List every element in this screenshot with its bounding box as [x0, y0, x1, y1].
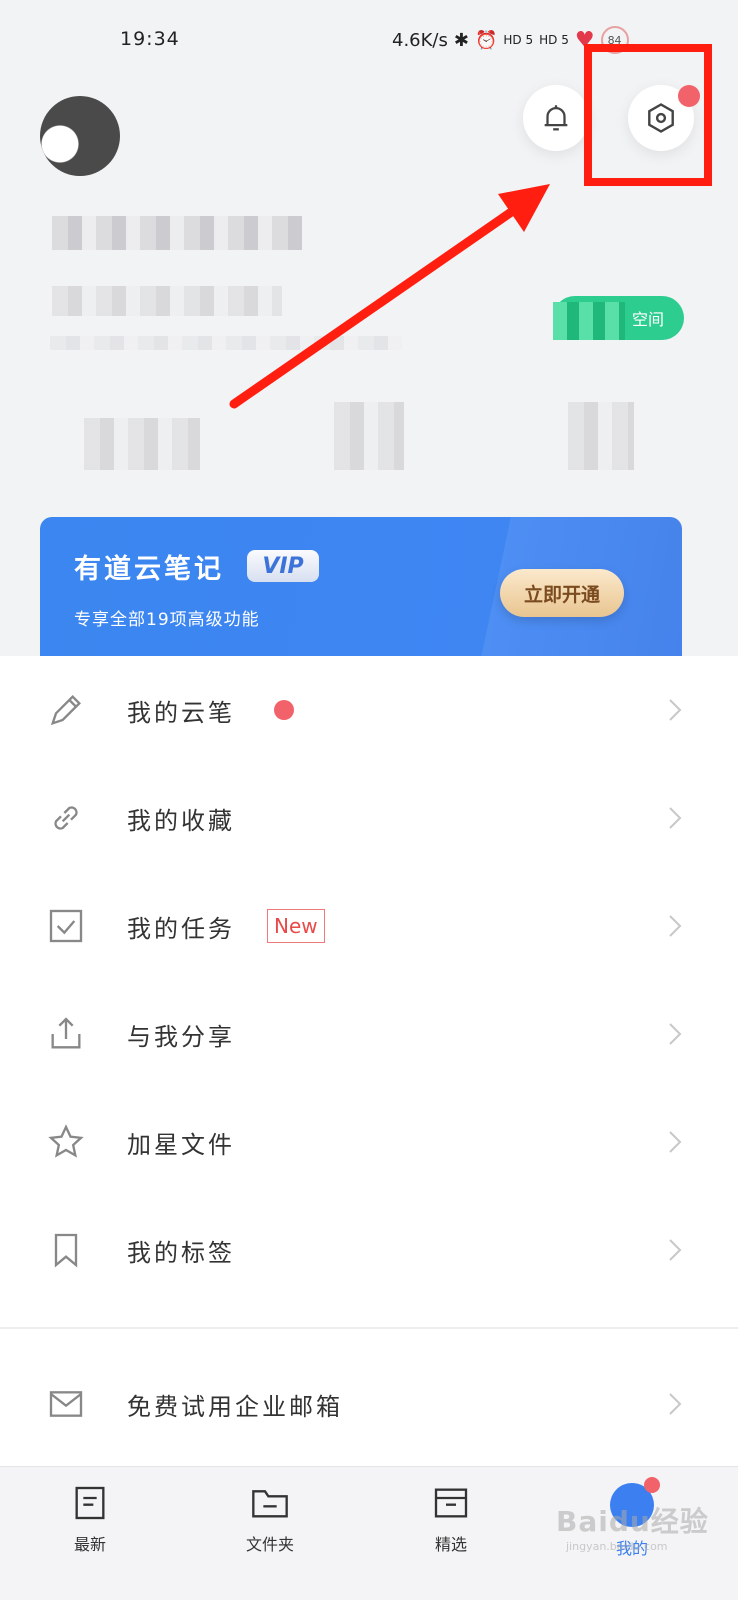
tab-label: 精选	[434, 1535, 467, 1554]
tab-latest[interactable]: 最新	[40, 1483, 140, 1555]
menu-item-my-notes[interactable]: 我的云笔	[0, 656, 738, 764]
avatar[interactable]	[40, 96, 120, 176]
menu-item-shared[interactable]: 与我分享	[0, 980, 738, 1088]
chevron-right-icon	[669, 1131, 682, 1153]
bell-icon	[544, 105, 568, 131]
bluetooth-icon: ✱	[453, 29, 469, 51]
menu-label: 我的收藏	[127, 806, 235, 835]
menu-label: 免费试用企业邮箱	[127, 1392, 343, 1421]
chevron-right-icon	[669, 1023, 682, 1045]
menu-item-favorites[interactable]: 我的收藏	[0, 764, 738, 872]
menu-item-tags[interactable]: 我的标签	[0, 1196, 738, 1304]
baidu-watermark-url: jingyan.baidu.com	[566, 1540, 668, 1553]
bookmark-icon	[44, 1228, 88, 1272]
box-icon	[434, 1488, 468, 1518]
folder-icon	[252, 1490, 288, 1518]
star-icon	[44, 1120, 88, 1164]
stat-3-blur	[568, 402, 634, 470]
unread-dot	[274, 700, 294, 720]
annotation-highlight	[584, 44, 712, 186]
net-speed: 4.6K/s	[392, 29, 448, 51]
user-info-line	[50, 336, 402, 350]
space-mask	[553, 302, 625, 340]
alarm-icon: ⏰	[474, 29, 498, 51]
notification-button[interactable]	[523, 85, 589, 151]
menu-label: 加星文件	[127, 1130, 235, 1159]
signal-1: HD 5	[503, 33, 534, 47]
menu-item-starred[interactable]: 加星文件	[0, 1088, 738, 1196]
chevron-right-icon	[669, 915, 682, 937]
section-divider	[0, 1327, 738, 1329]
vip-title: 有道云笔记	[74, 554, 224, 585]
menu-label: 我的云笔	[127, 698, 235, 727]
username-blur	[52, 216, 302, 250]
menu-item-tasks[interactable]: 我的任务 New	[0, 872, 738, 980]
new-badge: New	[267, 909, 325, 943]
tab-label: 文件夹	[245, 1535, 294, 1554]
chevron-right-icon	[669, 1393, 682, 1415]
vip-badge: VIP	[247, 550, 319, 582]
signal-2: HD 5	[539, 33, 569, 47]
stat-1-blur	[84, 418, 200, 470]
vip-activate-button[interactable]: 立即开通	[500, 569, 624, 617]
tab-label: 最新	[73, 1535, 106, 1554]
vip-subtitle: 专享全部19项高级功能	[74, 610, 260, 630]
checkbox-icon	[44, 904, 88, 948]
chevron-right-icon	[669, 699, 682, 721]
doc-icon	[75, 1486, 105, 1520]
status-time: 19:34	[120, 28, 180, 50]
user-info-blur	[52, 286, 282, 316]
me-badge-dot	[644, 1477, 660, 1493]
mail-icon	[44, 1382, 88, 1426]
menu-panel: 我的云笔 我的收藏 我的任务 New 与我分享 加星文件 我的标签 免费试用企业…	[0, 656, 738, 1466]
space-label: 空间	[631, 310, 664, 329]
chevron-right-icon	[669, 1239, 682, 1261]
menu-label: 我的标签	[127, 1238, 235, 1267]
share-icon	[44, 1012, 88, 1056]
tab-folders[interactable]: 文件夹	[220, 1483, 320, 1555]
link-icon	[44, 796, 88, 840]
pencil-icon	[44, 688, 88, 732]
menu-label: 我的任务	[127, 914, 235, 943]
baidu-watermark: Baidu经验	[556, 1505, 709, 1538]
avatar-image	[40, 96, 120, 176]
stat-2-blur	[334, 402, 404, 470]
vip-card[interactable]: 有道云笔记 VIP 专享全部19项高级功能 立即开通	[40, 517, 682, 667]
tab-featured[interactable]: 精选	[401, 1483, 501, 1555]
space-button[interactable]: 空间	[553, 296, 684, 340]
menu-item-enterprise-mail[interactable]: 免费试用企业邮箱	[0, 1350, 738, 1458]
chevron-right-icon	[669, 807, 682, 829]
menu-label: 与我分享	[127, 1022, 235, 1051]
